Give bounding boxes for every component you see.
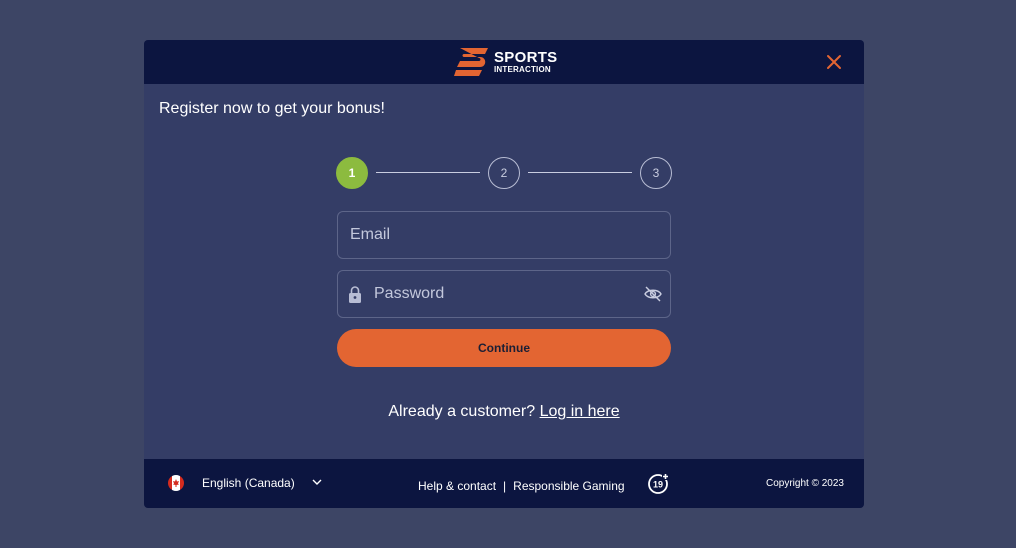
footer-links: Help & contact | Responsible Gaming (418, 479, 625, 493)
lock-icon (349, 286, 361, 303)
password-field-wrapper (337, 270, 671, 318)
copyright-text: Copyright © 2023 (766, 478, 844, 489)
logo-text-secondary: INTERACTION (494, 65, 551, 74)
email-field-wrapper (337, 211, 671, 259)
help-contact-link[interactable]: Help & contact (418, 479, 496, 493)
login-prompt-text: Already a customer? (388, 403, 536, 420)
step-3: 3 (640, 157, 672, 189)
intro-heading: Register now to get your bonus! (159, 100, 385, 117)
step-1: 1 (336, 157, 368, 189)
step-connector (528, 172, 632, 173)
registration-stepper: 1 2 3 (336, 157, 672, 189)
canada-flag-icon (168, 475, 184, 491)
logo-text-primary: SPORTS (494, 49, 558, 66)
brand-logo: SPORTS INTERACTION (454, 48, 558, 78)
footer-separator: | (503, 479, 507, 493)
modal-footer: English (Canada) Help & contact | Responsi… (144, 459, 864, 508)
continue-button[interactable]: Continue (337, 329, 671, 367)
registration-modal: SPORTS INTERACTION Register now to get y… (144, 40, 864, 508)
chevron-down-icon[interactable] (312, 478, 322, 486)
language-selector[interactable]: English (Canada) (202, 476, 295, 490)
login-prompt: Already a customer? Log in here (144, 403, 864, 421)
age-19-plus-icon: 19 (648, 473, 669, 494)
modal-header: SPORTS INTERACTION (144, 40, 864, 84)
login-link[interactable]: Log in here (540, 403, 620, 420)
step-connector (376, 172, 480, 173)
password-input[interactable] (374, 271, 634, 317)
eye-slash-icon[interactable] (644, 286, 662, 302)
close-icon[interactable] (826, 54, 842, 70)
email-input[interactable] (350, 212, 640, 258)
responsible-gaming-link[interactable]: Responsible Gaming (513, 479, 624, 493)
logo-mark-icon (454, 48, 488, 76)
step-2: 2 (488, 157, 520, 189)
svg-text:19: 19 (653, 480, 663, 490)
